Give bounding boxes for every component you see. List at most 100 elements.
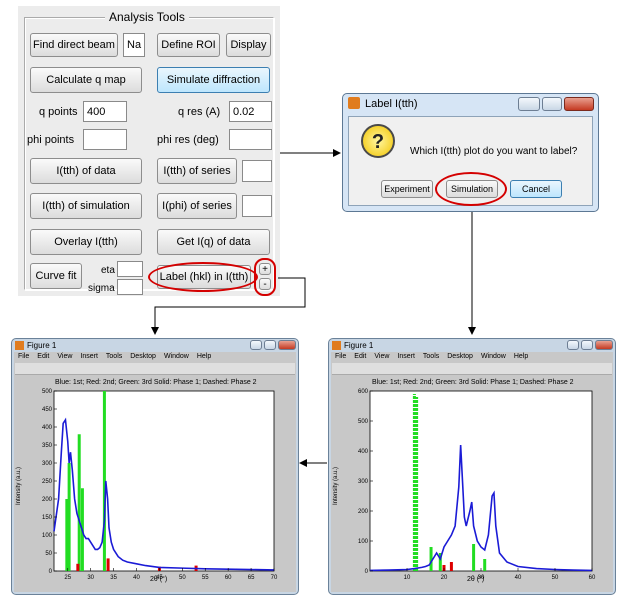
plot-area [369,390,593,572]
minimize-icon[interactable] [567,340,579,350]
display-button[interactable]: Display [226,33,271,57]
minimize-icon[interactable] [250,340,262,350]
phi-res-field[interactable] [229,129,272,150]
menu-help[interactable]: Help [197,353,211,360]
close-icon[interactable] [564,97,594,111]
overlay-ith-button[interactable]: Overlay I(tth) [30,229,142,255]
menu-view[interactable]: View [374,353,389,360]
maximize-icon[interactable] [581,340,593,350]
x-tick-label: 35 [110,575,117,581]
toolbar [332,363,612,375]
question-icon: ? [361,124,395,158]
sigma-field[interactable] [117,279,143,295]
menu-desktop[interactable]: Desktop [130,353,156,360]
highlight-ring [148,262,258,292]
figure-title: Figure 1 [27,341,57,350]
chart-left: 25 30 35 40 45 50 55 60 65 7005010015020025030035… [42,389,278,581]
matlab-icon [332,341,341,350]
calculate-q-map-button[interactable]: Calculate q map [30,67,142,93]
menu-tools[interactable]: Tools [423,353,439,360]
x-tick-label: 20 [441,575,448,581]
y-tick-label: 50 [45,551,52,557]
highlight-ring [435,172,507,206]
menu-edit[interactable]: Edit [354,353,366,360]
get-iq-of-data-button[interactable]: Get I(q) of data [157,229,270,255]
y-axis-label: Intensity (a.u.) [333,466,339,505]
x-tick-label: 40 [515,575,522,581]
phi-points-field[interactable] [83,129,127,150]
experiment-button[interactable]: Experiment [381,180,433,198]
menu-file[interactable]: File [18,353,29,360]
chart-right: 10 20 30 40 50 600100200300400500600 [358,389,596,581]
y-tick-label: 200 [358,509,369,515]
menu-edit[interactable]: Edit [37,353,49,360]
ith-of-series-button[interactable]: I(tth) of series [157,158,237,184]
x-tick-label: 25 [64,575,71,581]
menu-view[interactable]: View [57,353,72,360]
maximize-icon[interactable] [264,340,276,350]
x-tick-label: 70 [271,575,278,581]
menu-help[interactable]: Help [514,353,528,360]
y-tick-label: 200 [42,497,53,503]
menu-insert[interactable]: Insert [80,353,98,360]
iphi-of-series-button[interactable]: I(phi) of series [157,193,237,219]
y-tick-label: 450 [42,407,53,413]
x-tick-label: 55 [202,575,209,581]
x-tick-label: 30 [87,575,94,581]
plot-title: Blue: 1st; Red: 2nd; Green: 3rd Solid: P… [55,379,257,386]
x-tick-label: 60 [589,575,596,581]
menu-tools[interactable]: Tools [106,353,122,360]
plot-title: Blue: 1st; Red: 2nd; Green: 3rd Solid: P… [372,379,574,386]
toolbar [15,363,295,375]
y-tick-label: 400 [358,449,369,455]
menu-bar: File Edit View Insert Tools Desktop Wind… [335,353,528,360]
x-tick-label: 50 [179,575,186,581]
y-tick-label: 500 [358,419,369,425]
q-points-field[interactable]: 400 [83,101,127,122]
x-tick-label: 60 [225,575,232,581]
minimize-icon[interactable] [518,97,540,111]
menu-file[interactable]: File [335,353,346,360]
matlab-icon [348,97,360,109]
ith-of-data-button[interactable]: I(tth) of data [30,158,142,184]
maximize-icon[interactable] [542,97,562,111]
menu-window[interactable]: Window [481,353,506,360]
phi-points-label: phi points [27,134,75,146]
menu-bar: File Edit View Insert Tools Desktop Wind… [18,353,211,360]
define-roi-button[interactable]: Define ROI [157,33,220,57]
curve-fit-button[interactable]: Curve fit [30,263,82,289]
eta-label: eta [101,265,115,276]
q-res-field[interactable]: 0.02 [229,101,272,122]
y-tick-label: 150 [42,515,53,521]
close-icon[interactable] [595,340,613,350]
ith-of-simulation-button[interactable]: I(tth) of simulation [30,193,142,219]
ith-series-field[interactable] [242,160,272,182]
y-tick-label: 100 [358,539,369,545]
plot-area [53,390,275,572]
highlight-ring [254,258,276,296]
q-res-label: q res (A) [178,106,221,118]
x-tick-label: 65 [248,575,255,581]
cancel-button[interactable]: Cancel [510,180,562,198]
iphi-series-field[interactable] [242,195,272,217]
eta-field[interactable] [117,261,143,277]
menu-window[interactable]: Window [164,353,189,360]
x-tick-label: 50 [552,575,559,581]
close-icon[interactable] [278,340,296,350]
y-tick-label: 400 [42,425,53,431]
y-tick-label: 500 [42,389,53,395]
y-tick-label: 250 [42,479,53,485]
x-tick-label: 45 [156,575,163,581]
find-direct-beam-button[interactable]: Find direct beam [30,33,118,57]
beam-field[interactable]: Na [123,33,145,57]
y-axis-label: Intensity (a.u.) [16,466,22,505]
figure-title: Figure 1 [344,341,374,350]
menu-insert[interactable]: Insert [397,353,415,360]
x-tick-label: 10 [404,575,411,581]
x-tick-label: 40 [133,575,140,581]
simulate-diffraction-button[interactable]: Simulate diffraction [157,67,270,93]
matlab-icon [15,341,24,350]
x-tick-label: 30 [478,575,485,581]
sigma-label: sigma [88,283,115,294]
menu-desktop[interactable]: Desktop [447,353,473,360]
